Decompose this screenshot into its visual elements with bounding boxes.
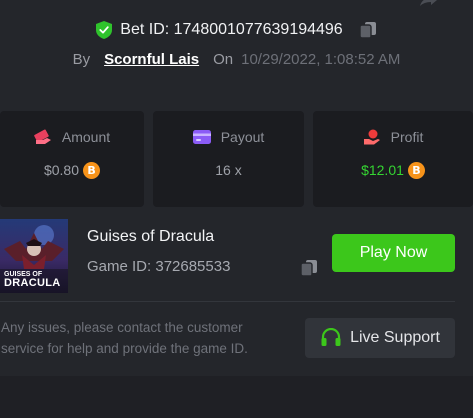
amount-label: Amount: [61, 129, 111, 145]
bet-stats: Amount $0.80 B Payout 16 x Profit $12.01…: [0, 111, 473, 207]
bet-id-text: Bet ID: 1748001077639194496: [120, 21, 343, 38]
payout-value: 16 x: [215, 162, 242, 178]
game-thumbnail[interactable]: GUISES OF DRACULA: [0, 219, 68, 293]
share-arrow-icon[interactable]: [418, 0, 438, 8]
payout-card: Payout 16 x: [153, 111, 304, 207]
profit-value: $12.01: [361, 162, 404, 178]
profit-label: Profit: [390, 129, 424, 145]
card-icon: [192, 130, 211, 144]
live-support-label: Live Support: [350, 329, 440, 346]
bottom-area: [0, 376, 473, 418]
username-link[interactable]: Scornful Lais: [104, 51, 199, 68]
play-now-button[interactable]: Play Now: [332, 234, 455, 272]
amount-value: $0.80: [43, 162, 80, 178]
thumbnail-title: GUISES OF DRACULA: [4, 271, 61, 289]
profit-card: Profit $12.01 B: [313, 111, 473, 207]
copy-bet-id-icon[interactable]: [359, 21, 377, 39]
copy-game-id-icon[interactable]: [300, 259, 318, 277]
support-help-text: Any issues, please contact the customer …: [1, 320, 248, 356]
bet-datetime: 10/29/2022, 1:08:52 AM: [241, 50, 401, 68]
by-label: By: [72, 50, 91, 68]
game-panel: GUISES OF DRACULA Guises of Dracula Game…: [0, 207, 473, 376]
on-label: On: [213, 50, 234, 68]
amount-card: Amount $0.80 B: [0, 111, 144, 207]
bet-meta-row: By Scornful Lais On 10/29/2022, 1:08:52 …: [0, 48, 473, 70]
game-id: Game ID: 372685533: [87, 258, 231, 275]
profit-icon: [363, 129, 380, 145]
headset-icon: [321, 328, 341, 346]
live-support-button[interactable]: Live Support: [305, 318, 455, 358]
bitcoin-icon: B: [407, 161, 425, 179]
verified-shield-icon: [96, 21, 113, 39]
bet-id-row: Bet ID: 1748001077639194496: [0, 18, 473, 42]
payout-label: Payout: [220, 129, 265, 145]
divider: [0, 301, 455, 302]
amount-icon: [34, 129, 51, 144]
game-title: Guises of Dracula: [87, 228, 215, 245]
bitcoin-icon: B: [83, 161, 101, 179]
